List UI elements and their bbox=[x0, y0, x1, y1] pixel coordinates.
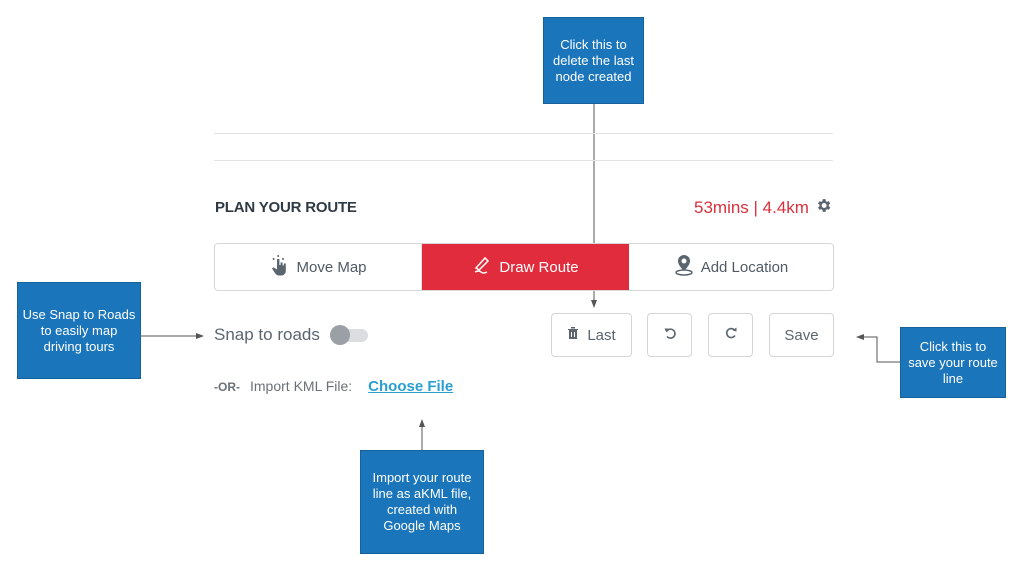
or-label: -OR- bbox=[214, 380, 240, 394]
route-stats-text: 53mins | 4.4km bbox=[694, 198, 809, 217]
import-kml-label: Import KML File: bbox=[250, 378, 353, 394]
mode-selector: Move Map Draw Route Add Location bbox=[214, 243, 834, 291]
delete-last-button[interactable]: Last bbox=[551, 313, 632, 357]
mode-add-location[interactable]: Add Location bbox=[629, 244, 833, 290]
divider-top bbox=[214, 133, 833, 134]
import-kml-row: -OR- Import KML File: Choose File bbox=[214, 378, 453, 395]
map-pin-icon bbox=[674, 254, 694, 280]
snap-to-roads-row: Snap to roads bbox=[214, 325, 370, 345]
mode-label: Move Map bbox=[296, 258, 367, 276]
hand-pointer-icon bbox=[269, 254, 289, 280]
redo-button[interactable] bbox=[708, 313, 753, 357]
callout-import-kml: Import your route line as aKML file, cre… bbox=[360, 450, 484, 554]
panel-title: PLAN YOUR ROUTE bbox=[215, 199, 357, 216]
mode-label: Add Location bbox=[700, 258, 789, 276]
route-stats: 53mins | 4.4km bbox=[694, 197, 832, 219]
redo-icon bbox=[724, 326, 738, 344]
snap-to-roads-toggle[interactable] bbox=[329, 325, 370, 345]
choose-file-link[interactable]: Choose File bbox=[368, 378, 453, 395]
mode-label: Draw Route bbox=[499, 258, 579, 276]
callout-save-route: Click this to save your route line bbox=[900, 327, 1006, 398]
save-label: Save bbox=[784, 326, 819, 344]
callout-delete-last: Click this to delete the last node creat… bbox=[543, 17, 644, 104]
delete-last-label: Last bbox=[587, 326, 616, 344]
callout-snap-roads: Use Snap to Roads to easily map driving … bbox=[17, 282, 141, 379]
trash-icon bbox=[567, 326, 579, 344]
save-button[interactable]: Save bbox=[769, 313, 834, 357]
divider-bottom bbox=[214, 160, 833, 161]
pencil-draw-icon bbox=[472, 255, 492, 279]
gear-icon[interactable] bbox=[815, 197, 832, 219]
mode-draw-route[interactable]: Draw Route bbox=[422, 244, 629, 290]
connector-save bbox=[856, 334, 900, 363]
undo-icon bbox=[663, 326, 677, 344]
undo-button[interactable] bbox=[647, 313, 692, 357]
snap-to-roads-label: Snap to roads bbox=[214, 325, 320, 344]
mode-move-map[interactable]: Move Map bbox=[215, 244, 422, 290]
